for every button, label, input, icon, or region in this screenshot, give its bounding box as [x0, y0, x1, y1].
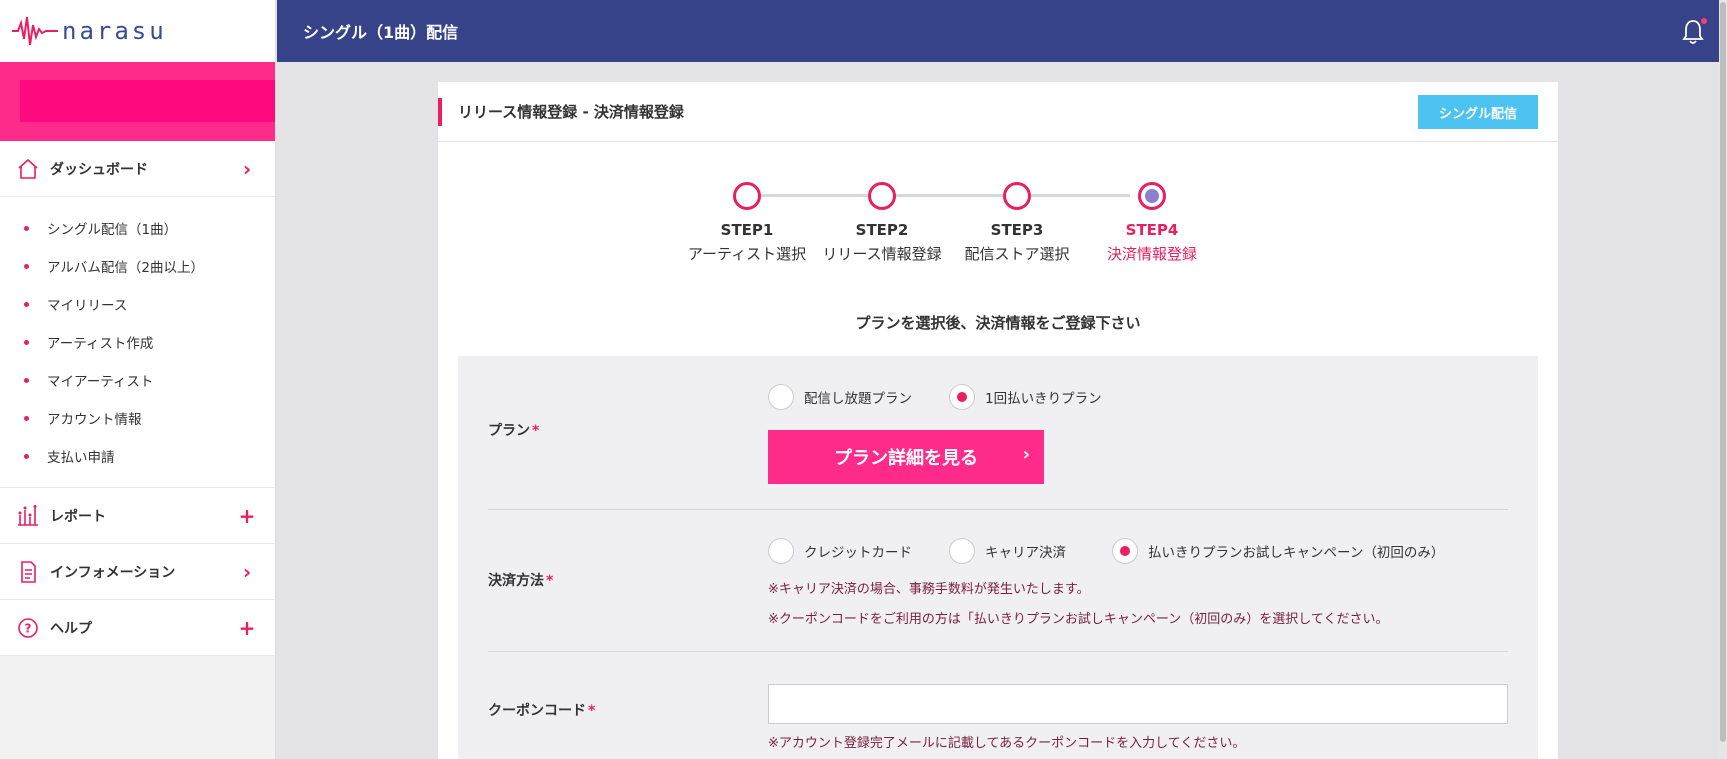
svg-text:?: ?	[25, 621, 32, 635]
step-2: STEP2 リリース情報登録	[822, 221, 942, 263]
chevron-right-icon: ›	[1022, 444, 1030, 465]
page-title: シングル（1曲）配信	[303, 23, 459, 42]
radio-button-selected[interactable]	[1112, 538, 1138, 564]
submenu: シングル配信（1曲） アルバム配信（2曲以上） マイリリース アーティスト作成 …	[0, 197, 275, 488]
sidebar-subitem-account[interactable]: アカウント情報	[0, 399, 275, 437]
help-icon: ?	[18, 617, 38, 638]
plan-detail-button[interactable]: プラン詳細を見る ›	[768, 430, 1044, 484]
chevron-right-icon: ›	[242, 156, 252, 181]
chevron-right-icon: ›	[242, 559, 252, 584]
single-release-button[interactable]: シングル配信	[1418, 95, 1538, 129]
plus-icon: +	[238, 615, 256, 640]
step-1-circle	[733, 182, 761, 210]
step-3-circle	[1003, 182, 1031, 210]
coupon-usage-note: ※クーポンコードをご利用の方は「払いきりプランお試しキャンペーン（初回のみ）を選…	[768, 612, 1389, 627]
coupon-hint-note: ※アカウント登録完了メールに記載してあるクーポンコードを入力してください。	[768, 736, 1246, 751]
card-title: リリース情報登録 - 決済情報登録	[458, 103, 684, 121]
main-card: リリース情報登録 - 決済情報登録 シングル配信 STEP1 アーティスト選択 …	[438, 82, 1558, 759]
step-2-circle	[868, 182, 896, 210]
radio-button[interactable]	[768, 384, 794, 410]
scrollbar[interactable]	[1719, 0, 1727, 759]
stepper	[733, 182, 1166, 212]
payment-method-label: 決済方法 *	[488, 573, 554, 589]
sidebar-subitem-payment-request[interactable]: 支払い申請	[0, 437, 275, 475]
home-icon	[18, 158, 38, 179]
waveform-logo-icon	[12, 16, 58, 46]
step-4: STEP4 決済情報登録	[1106, 221, 1197, 263]
coupon-row: クーポンコード * ※アカウント登録完了メールに記載してあるクーポンコードを入力し…	[488, 652, 1508, 759]
sidebar-subitem-my-artist[interactable]: マイアーティスト	[0, 361, 275, 399]
sidebar-subitem-single[interactable]: シングル配信（1曲）	[0, 209, 275, 247]
plan-row: プラン * 配信し放題プラン 1回払いきりプラン プラン詳細を見る ›	[488, 356, 1508, 510]
sidebar-item-report[interactable]: レポート +	[0, 488, 275, 544]
sidebar: narasu ダッシュボード › シングル配信（1曲） アルバム配信（2曲以上）…	[0, 0, 276, 759]
payment-option-trial-campaign[interactable]: 払いきりプランお試しキャンペーン（初回のみ）	[1112, 538, 1444, 564]
logo-text: narasu	[62, 17, 167, 45]
coupon-label: クーポンコード *	[488, 703, 596, 719]
step-3: STEP3 配信ストア選択	[964, 221, 1070, 263]
top-header: シングル（1曲）配信	[277, 0, 1719, 62]
chart-icon	[18, 504, 38, 526]
carrier-fee-note: ※キャリア決済の場合、事務手数料が発生いたします。	[768, 582, 1090, 597]
coupon-code-input[interactable]	[768, 684, 1508, 724]
sidebar-subitem-album[interactable]: アルバム配信（2曲以上）	[0, 247, 275, 285]
logo[interactable]: narasu	[0, 0, 275, 62]
plan-label: プラン *	[488, 423, 540, 439]
user-banner	[0, 62, 275, 141]
plan-option-unlimited[interactable]: 配信し放題プラン	[768, 384, 912, 410]
sidebar-item-dashboard[interactable]: ダッシュボード ›	[0, 141, 275, 197]
sidebar-item-information[interactable]: インフォメーション ›	[0, 544, 275, 600]
radio-button-selected[interactable]	[949, 384, 975, 410]
sidebar-subitem-create-artist[interactable]: アーティスト作成	[0, 323, 275, 361]
card-header: リリース情報登録 - 決済情報登録 シングル配信	[438, 82, 1558, 142]
payment-option-credit-card[interactable]: クレジットカード	[768, 538, 912, 564]
radio-button[interactable]	[949, 538, 975, 564]
payment-form: プラン * 配信し放題プラン 1回払いきりプラン プラン詳細を見る › 決済方法 * …	[458, 356, 1538, 759]
sidebar-subitem-my-release[interactable]: マイリリース	[0, 285, 275, 323]
step-4-circle	[1138, 182, 1166, 210]
plus-icon: +	[238, 503, 256, 528]
plan-option-one-time[interactable]: 1回払いきりプラン	[949, 384, 1102, 410]
step-1: STEP1 アーティスト選択	[687, 221, 807, 263]
sidebar-item-help[interactable]: ? ヘルプ +	[0, 600, 275, 656]
instruction-text: プランを選択後、決済情報をご登録下さい	[855, 314, 1141, 332]
radio-button[interactable]	[768, 538, 794, 564]
payment-option-carrier[interactable]: キャリア決済	[949, 538, 1066, 564]
payment-method-row: 決済方法 * クレジットカード キャリア決済 払いきりプランお試しキャンペーン（初…	[488, 510, 1508, 652]
notification-badge	[1701, 18, 1707, 24]
document-icon	[21, 560, 36, 583]
